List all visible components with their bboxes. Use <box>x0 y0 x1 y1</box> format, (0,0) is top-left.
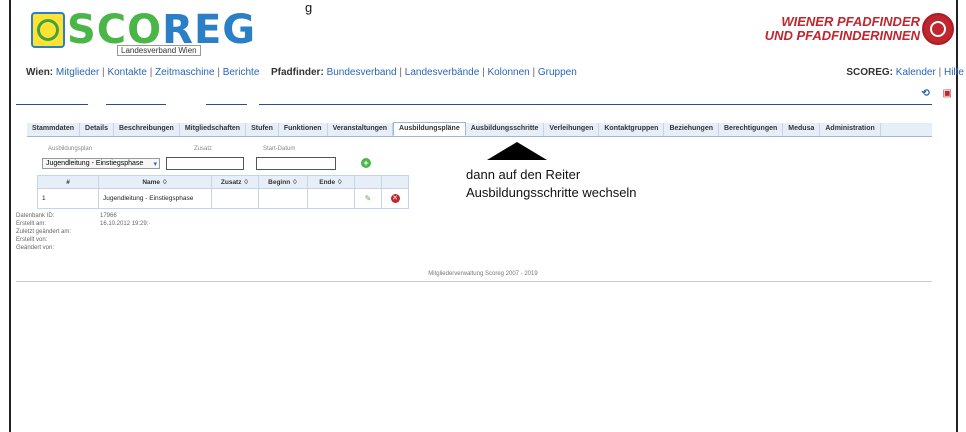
tab-verleihungen[interactable]: Verleihungen <box>544 123 600 136</box>
edit-icon[interactable]: ✎ <box>365 194 372 203</box>
col-edit <box>354 175 382 189</box>
nav-link-kolonnen[interactable]: Kolonnen <box>487 67 529 78</box>
start-date-input[interactable] <box>256 157 336 170</box>
col-beginn[interactable]: Beginn ♢ <box>258 175 308 189</box>
refresh-icon[interactable]: ⟲ <box>921 88 929 99</box>
col-delete <box>381 175 409 189</box>
tab-stufen[interactable]: Stufen <box>246 123 279 136</box>
tab-kontaktgruppen[interactable]: Kontaktgruppen <box>599 123 665 136</box>
cell-num: 1 <box>37 188 99 209</box>
brand-name: WIENER PFADFINDER UND PFADFINDERINNEN <box>764 14 920 43</box>
footer-text: Mitgliederverwaltung Scoreg 2007 - 2019 <box>428 271 538 277</box>
nav-link-gruppen[interactable]: Gruppen <box>538 67 577 78</box>
nav-link-berichte[interactable]: Berichte <box>223 67 260 78</box>
scout-seal-icon <box>922 13 954 45</box>
plan-select[interactable]: Jugendleitung - Einstiegsphase ▾ <box>42 158 160 169</box>
pdf-icon[interactable]: ▣ <box>943 88 952 99</box>
zusatz-input[interactable] <box>166 157 244 170</box>
zusatz-label: Zusatz <box>194 146 213 152</box>
nav-link-kalender[interactable]: Kalender <box>896 67 936 78</box>
nav-pfadfinder: Pfadfinder: Bundesverband | Landesverbän… <box>271 67 577 78</box>
window-frame <box>9 0 958 432</box>
nav-link-bundesverband[interactable]: Bundesverband <box>327 67 397 78</box>
logo-subtag: Landesverband Wien <box>117 45 201 56</box>
nav-link-zeitmaschine[interactable]: Zeitmaschine <box>155 67 214 78</box>
tab-funktionen[interactable]: Funktionen <box>279 123 328 136</box>
cell-ende <box>307 188 355 209</box>
plan-label: Ausbildungsplan <box>48 146 93 152</box>
nav-link-mitglieder[interactable]: Mitglieder <box>56 67 99 78</box>
toolbar: ⟲ ▣ <box>911 88 952 99</box>
tab-ausbildungsschritte[interactable]: Ausbildungsschritte <box>466 123 545 136</box>
nav-link-hilfe[interactable]: Hilfe <box>944 67 964 78</box>
cell-zusatz <box>211 188 259 209</box>
top-caption: g <box>305 0 313 15</box>
tab-beziehungen[interactable]: Beziehungen <box>664 123 719 136</box>
tab-beschreibungen[interactable]: Beschreibungen <box>114 123 180 136</box>
tab-berechtigungen[interactable]: Berechtigungen <box>719 123 784 136</box>
delete-icon[interactable]: ✕ <box>390 194 400 203</box>
col-num[interactable]: # <box>37 175 99 189</box>
tab-stammdaten[interactable]: Stammdaten <box>27 123 81 136</box>
tab-bar: Stammdaten Details Beschreibungen Mitgli… <box>27 122 932 137</box>
tab-veranstaltungen[interactable]: Veranstaltungen <box>328 123 394 136</box>
plans-table: # Name ♢ Zusatz ♢ Beginn ♢ Ende ♢ 1 Juge… <box>37 175 409 209</box>
cell-beginn <box>258 188 308 209</box>
start-date-label: Start-Datum <box>263 146 296 152</box>
tab-medusa[interactable]: Medusa <box>783 123 821 136</box>
chevron-down-icon: ▾ <box>153 161 157 168</box>
add-icon[interactable]: + <box>361 158 371 168</box>
tab-details[interactable]: Details <box>80 123 114 136</box>
col-ende[interactable]: Ende ♢ <box>307 175 355 189</box>
fleur-de-lis-icon <box>31 12 65 48</box>
tab-ausbildungsplaene[interactable]: Ausbildungspläne <box>393 122 466 136</box>
table-row[interactable]: 1 Jugendleitung - Einstiegsphase ✎ ✕ <box>37 188 409 209</box>
header-divider <box>16 104 932 105</box>
nav-link-kontakte[interactable]: Kontakte <box>107 67 146 78</box>
tab-mitgliedschaften[interactable]: Mitgliedschaften <box>180 123 247 136</box>
nav-scoreg: SCOREG: Kalender | Hilfe <box>846 67 964 78</box>
plan-select-value: Jugendleitung - Einstiegsphase <box>46 160 144 167</box>
footer-divider <box>16 281 932 282</box>
annotation-text: dann auf den Reiter Ausbildungsschritte … <box>466 167 637 200</box>
nav-wien: Wien: Mitglieder | Kontakte | Zeitmaschi… <box>26 67 260 78</box>
cell-name: Jugendleitung - Einstiegsphase <box>98 188 212 209</box>
annotation-arrow-icon <box>487 142 547 160</box>
col-zusatz[interactable]: Zusatz ♢ <box>211 175 259 189</box>
record-metadata: Datenbank ID: 17966 Erstellt am: 16.10.201… <box>16 213 151 251</box>
tab-administration[interactable]: Administration <box>820 123 881 136</box>
col-name[interactable]: Name ♢ <box>98 175 212 189</box>
nav-link-landesverbaende[interactable]: Landesverbände <box>405 67 480 78</box>
